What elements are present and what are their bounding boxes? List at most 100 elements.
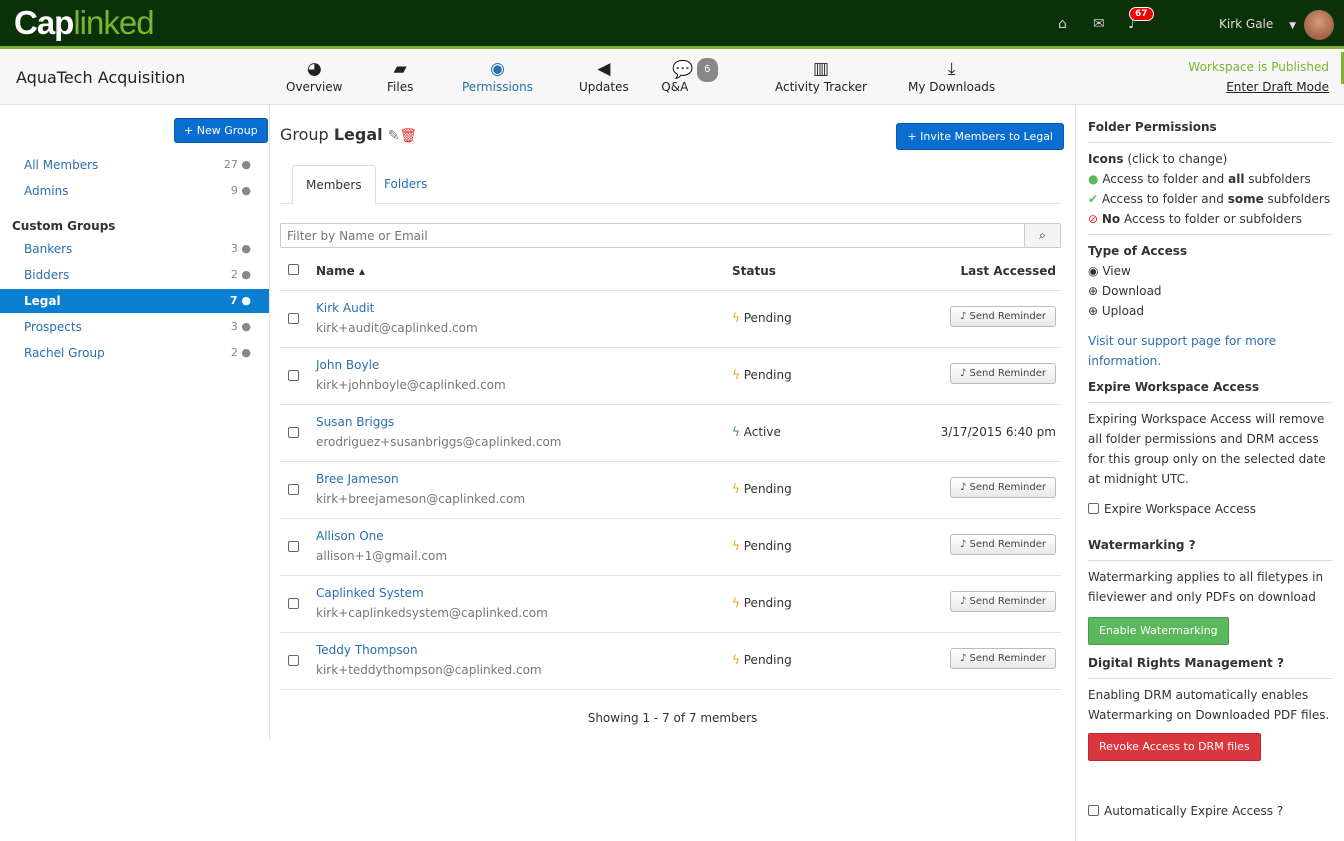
member-name[interactable]: John Boyle (316, 358, 379, 372)
send-reminder-button[interactable]: ♪ Send Reminder (949, 591, 1056, 612)
member-name[interactable]: Allison One (316, 529, 384, 543)
sidebar-item-bankers[interactable]: Bankers 3 ● (0, 237, 269, 261)
filter-box: ⌕ (280, 223, 1061, 248)
question-icon: ? (1276, 804, 1284, 818)
select-all-checkbox[interactable] (288, 264, 299, 275)
row-checkbox[interactable] (288, 313, 299, 324)
legend-some[interactable]: ✔ Access to folder and some subfolders (1088, 189, 1332, 209)
row-checkbox[interactable] (288, 484, 299, 495)
drm-text: Enabling DRM automatically enables Water… (1088, 688, 1330, 722)
auto-expire-row[interactable]: Automatically Expire Access ? (1088, 801, 1332, 821)
bell-icon: ♪ (959, 311, 967, 322)
invite-members-button[interactable]: + Invite Members to Legal (896, 123, 1064, 150)
row-checkbox[interactable] (288, 427, 299, 438)
tab-folders[interactable]: Folders (371, 165, 440, 204)
expire-checkbox[interactable] (1088, 503, 1099, 514)
upload-circle-icon: ⊕ (1088, 304, 1099, 318)
nav-my-downloads[interactable]: ⤓ My Downloads (908, 58, 995, 94)
status-badge: ϟ Pending (732, 311, 792, 325)
user-icon: ● (241, 158, 251, 171)
member-name[interactable]: Bree Jameson (316, 472, 399, 486)
question-icon: ? (1276, 656, 1284, 670)
showing-count: Showing 1 - 7 of 7 members (587, 711, 758, 725)
user-menu[interactable]: Kirk Gale ▼ (1219, 17, 1296, 31)
main-content: Group Legal ✎🗑 + Invite Members to Legal… (270, 105, 1075, 745)
megaphone-icon: ◀ (597, 59, 611, 79)
member-email: erodriguez+susanbriggs@caplinked.com (316, 435, 562, 449)
user-icon: ● (241, 320, 251, 333)
download-icon: ⤓ (947, 59, 956, 79)
trash-icon[interactable]: 🗑 (399, 128, 417, 144)
sidebar-item-prospects[interactable]: Prospects 3 ● (0, 315, 269, 339)
nav-permissions[interactable]: ◉ Permissions (462, 58, 533, 94)
status-badge: ϟ Pending (732, 653, 792, 667)
legend-all[interactable]: ● Access to folder and all subfolders (1088, 169, 1332, 189)
table-row: Teddy Thompson kirk+teddythompson@caplin… (280, 632, 1061, 689)
bell-icon: ♪ (959, 368, 967, 379)
support-link[interactable]: Visit our support page for more informat… (1088, 331, 1332, 371)
search-button[interactable]: ⌕ (1024, 224, 1060, 247)
drm-heading: Digital Rights Management ? (1088, 656, 1284, 670)
table-end (280, 689, 1061, 690)
caplinked-logo[interactable]: Caplinked (14, 4, 155, 42)
publish-status: Workspace is Published (1188, 60, 1329, 74)
tab-members[interactable]: Members (292, 165, 376, 204)
revoke-drm-button[interactable]: Revoke Access to DRM files (1088, 733, 1261, 761)
member-name[interactable]: Caplinked System (316, 586, 424, 600)
row-checkbox[interactable] (288, 541, 299, 552)
nav-activity-tracker[interactable]: ▥ Activity Tracker (775, 58, 867, 94)
question-icon: ? (1188, 538, 1196, 552)
send-reminder-button[interactable]: ♪ Send Reminder (949, 306, 1056, 327)
comments-icon: 💬 6 (672, 58, 718, 82)
eye-icon: ◉ (490, 59, 505, 79)
pencil-icon[interactable]: ✎ (388, 128, 400, 144)
send-reminder-button[interactable]: ♪ Send Reminder (949, 477, 1056, 498)
column-last-accessed: Last Accessed (960, 264, 1056, 278)
nav-overview[interactable]: ◕ Overview (286, 58, 343, 94)
sidebar-item-rachel-group[interactable]: Rachel Group 2 ● (0, 341, 269, 365)
member-name[interactable]: Teddy Thompson (316, 643, 418, 657)
avatar[interactable] (1304, 10, 1334, 40)
bolt-icon: ϟ (732, 596, 740, 610)
bolt-icon: ϟ (732, 368, 740, 382)
download-circle-icon: ⊕ (1088, 284, 1099, 298)
access-view: ◉ View (1088, 264, 1131, 278)
mail-icon[interactable]: ✉ (1093, 16, 1105, 32)
nav-updates[interactable]: ◀ Updates (579, 58, 629, 94)
sidebar-item-all-members[interactable]: All Members 27 ● (0, 153, 269, 177)
sidebar-item-legal[interactable]: Legal 7 ● (0, 289, 269, 313)
legend-none[interactable]: ⊘ No Access to folder or subfolders (1088, 209, 1332, 229)
expire-checkbox-row[interactable]: Expire Workspace Access (1088, 499, 1332, 519)
notification-badge: 67 (1129, 7, 1154, 21)
enable-watermarking-button[interactable]: Enable Watermarking (1088, 617, 1229, 645)
member-name[interactable]: Susan Briggs (316, 415, 394, 429)
member-email: kirk+audit@caplinked.com (316, 321, 478, 335)
row-checkbox[interactable] (288, 598, 299, 609)
new-group-button[interactable]: + New Group (174, 118, 268, 143)
table-header: Name ▴ Status Last Accessed (280, 260, 1061, 290)
row-checkbox[interactable] (288, 370, 299, 381)
panel-title: Folder Permissions (1088, 120, 1217, 134)
caret-down-icon: ▼ (1289, 21, 1297, 31)
nav-files[interactable]: ▰ Files (387, 58, 413, 94)
enter-draft-mode-link[interactable]: Enter Draft Mode (1226, 80, 1329, 94)
send-reminder-button[interactable]: ♪ Send Reminder (949, 363, 1056, 384)
row-checkbox[interactable] (288, 655, 299, 666)
member-email: allison+1@gmail.com (316, 549, 448, 563)
table-row: Susan Briggs erodriguez+susanbriggs@capl… (280, 404, 1061, 461)
sidebar-item-admins[interactable]: Admins 9 ● (0, 179, 269, 203)
bolt-icon: ϟ (732, 425, 740, 439)
send-reminder-button[interactable]: ♪ Send Reminder (949, 534, 1056, 555)
user-name: Kirk Gale (1219, 17, 1274, 31)
folder-icon: ▰ (393, 59, 407, 79)
filter-input[interactable] (281, 224, 1021, 247)
member-name[interactable]: Kirk Audit (316, 301, 374, 315)
column-name[interactable]: Name ▴ (316, 264, 365, 278)
sidebar-item-bidders[interactable]: Bidders 2 ● (0, 263, 269, 287)
nav-qa[interactable]: 💬 6 Q&A (661, 58, 718, 94)
home-icon[interactable]: ⌂ (1058, 16, 1067, 32)
auto-expire-checkbox[interactable] (1088, 805, 1099, 816)
bolt-icon: ϟ (732, 539, 740, 553)
send-reminder-button[interactable]: ♪ Send Reminder (949, 648, 1056, 669)
bolt-icon: ϟ (732, 482, 740, 496)
